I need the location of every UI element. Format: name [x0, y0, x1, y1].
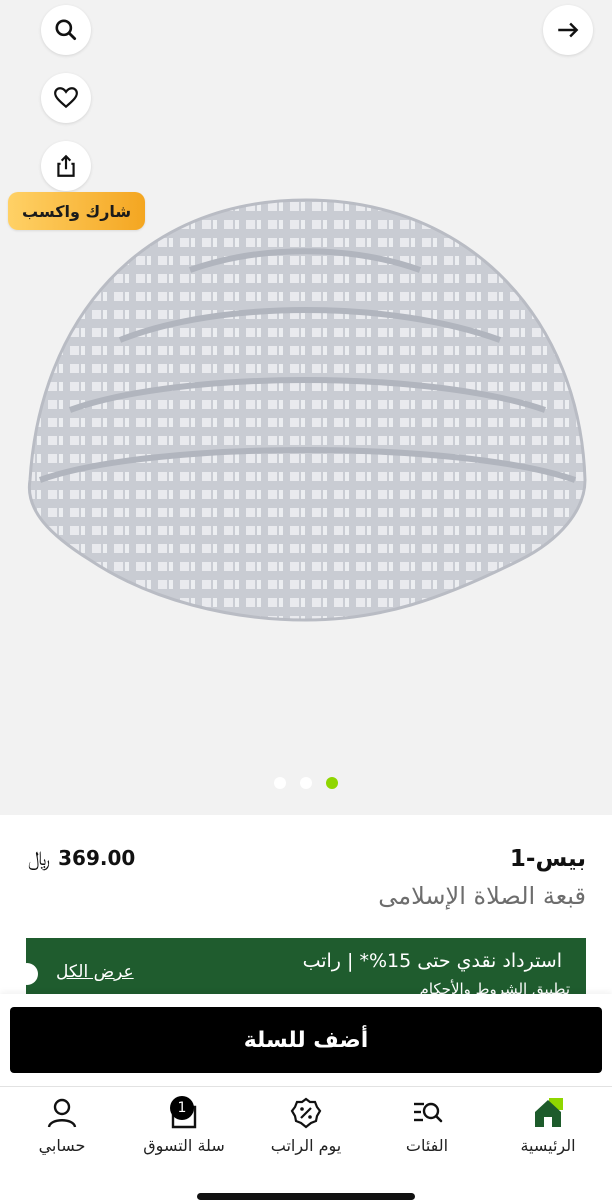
user-icon [47, 1098, 77, 1128]
product-image-carousel[interactable]: شارك واكسب [0, 0, 612, 815]
back-button[interactable] [543, 5, 593, 55]
tab-account[interactable]: حسابي [2, 1096, 122, 1155]
search-button[interactable] [41, 5, 91, 55]
share-icon [57, 154, 75, 177]
tab-categories[interactable]: الفئات [367, 1096, 487, 1155]
home-icon [535, 1098, 563, 1127]
home-indicator [197, 1193, 415, 1200]
wishlist-button[interactable] [41, 73, 91, 123]
product-image [27, 198, 587, 622]
product-price: ﷼ 369.00 [28, 846, 135, 870]
cashback-text: استرداد نقدي حتى 15%* | راتب [302, 950, 562, 972]
add-to-cart-button[interactable]: أضف للسلة [10, 1007, 602, 1073]
share-and-earn-button[interactable]: شارك واكسب [8, 192, 146, 230]
tab-payday-label: يوم الراتب [270, 1136, 342, 1155]
product-brand[interactable]: بيس-1 [510, 846, 586, 872]
product-title: قبعة الصلاة الإسلامى [378, 882, 586, 910]
tab-home[interactable]: الرئيسية [488, 1096, 608, 1155]
tab-payday[interactable]: يوم الراتب [246, 1096, 366, 1155]
categories-search-icon [414, 1102, 443, 1123]
currency-symbol: ﷼ [28, 846, 51, 870]
price-value: 369.00 [58, 846, 136, 870]
share-and-earn-label: شارك واكسب [22, 201, 132, 221]
carousel-dot-active[interactable] [326, 777, 338, 789]
tab-cart-label: سلة التسوق [143, 1136, 225, 1155]
search-icon [55, 19, 77, 41]
discount-badge-icon [290, 1097, 322, 1129]
tab-account-label: حسابي [38, 1136, 86, 1155]
carousel-dot[interactable] [300, 777, 312, 789]
tab-home-label: الرئيسية [520, 1136, 576, 1155]
carousel-dot[interactable] [274, 777, 286, 789]
add-to-cart-label: أضف للسلة [243, 1027, 369, 1053]
cashback-terms[interactable]: تطبيق الشروط والأحكام [420, 980, 570, 994]
arrow-right-icon [558, 22, 579, 38]
cashback-indicator [16, 963, 38, 985]
carousel-pagination [0, 777, 612, 789]
tab-categories-label: الفئات [405, 1136, 449, 1155]
heart-icon [54, 87, 78, 109]
cart-count-badge: 1 [170, 1096, 194, 1120]
share-button[interactable] [41, 141, 91, 191]
tab-cart[interactable]: 1 سلة التسوق [124, 1096, 244, 1155]
view-all-link[interactable]: عرض الكل [56, 962, 134, 982]
